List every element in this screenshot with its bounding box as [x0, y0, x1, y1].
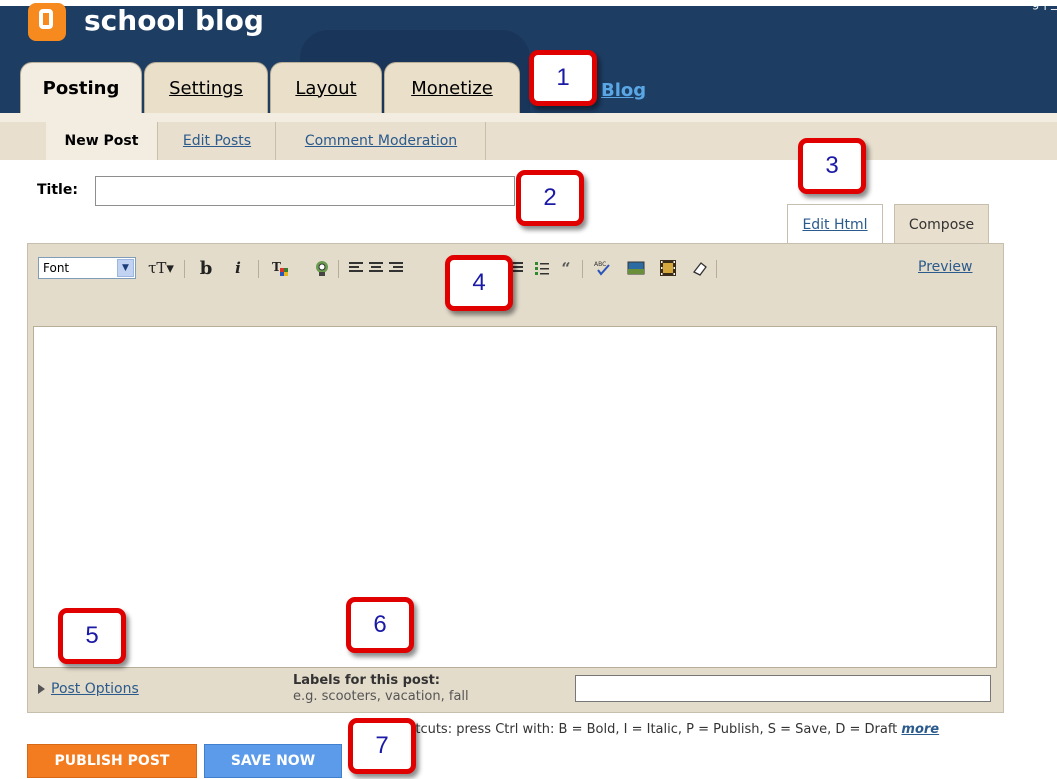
text-color-icon[interactable]: T	[270, 258, 290, 278]
expand-triangle-icon	[38, 684, 45, 694]
chevron-down-icon: ▼	[117, 259, 134, 277]
toolbar-separator	[184, 260, 185, 278]
callout-5: 5	[58, 608, 126, 664]
align-right-icon[interactable]	[386, 258, 406, 278]
formatting-toolbar: Font ▼ τT▾ b i T “ ABC	[36, 256, 996, 282]
subtab-edit-posts-label: Edit Posts	[182, 133, 252, 149]
tab-settings[interactable]: Settings	[144, 62, 268, 113]
italic-icon[interactable]: i	[228, 258, 248, 278]
labels-title: Labels for this post:	[293, 673, 440, 688]
toolbar-separator	[582, 260, 583, 278]
subtab-comment-moderation[interactable]: Comment Moderation	[277, 122, 486, 160]
tab-layout[interactable]: Layout	[270, 62, 382, 113]
callout-1: 1	[529, 50, 597, 106]
bold-icon[interactable]: b	[196, 258, 216, 279]
bullet-list-icon[interactable]	[532, 258, 552, 278]
shortcuts-more-link[interactable]: more	[901, 722, 939, 737]
compose-label: Compose	[908, 216, 975, 233]
tab-posting-label: Posting	[42, 77, 120, 99]
link-icon[interactable]	[312, 258, 332, 278]
blockquote-icon[interactable]: “	[556, 258, 576, 278]
header-bottom-strip	[0, 113, 1057, 122]
subtab-new-post[interactable]: New Post	[46, 122, 158, 160]
align-left-icon[interactable]	[346, 258, 366, 278]
shortcuts-text: rtcuts: press Ctrl with: B = Bold, I = I…	[410, 722, 898, 737]
labels-input[interactable]	[575, 675, 991, 702]
post-title-input[interactable]	[95, 176, 515, 206]
tab-posting[interactable]: Posting	[20, 62, 142, 113]
tab-settings-label: Settings	[169, 77, 243, 99]
labels-hint: e.g. scooters, vacation, fall	[293, 689, 469, 704]
spellcheck-icon[interactable]: ABC	[592, 258, 612, 278]
callout-7: 7	[348, 718, 416, 774]
post-options-label: Post Options	[51, 681, 139, 697]
compose-tab[interactable]: Compose	[894, 204, 989, 244]
preview-link[interactable]: Preview	[918, 259, 973, 275]
tab-layout-label: Layout	[295, 77, 357, 99]
title-label: Title:	[37, 182, 78, 198]
edit-html-label: Edit Html	[802, 216, 868, 233]
callout-6: 6	[346, 597, 414, 653]
posting-subnav: New Post Edit Posts Comment Moderation	[0, 122, 1057, 160]
view-blog-link[interactable]: Blog	[601, 80, 646, 101]
svg-text:ABC: ABC	[594, 261, 606, 268]
callout-2: 2	[516, 170, 584, 226]
eraser-icon[interactable]	[690, 258, 710, 278]
save-now-button[interactable]: SAVE NOW	[204, 744, 342, 778]
blogger-logo-icon[interactable]	[28, 3, 66, 41]
subtab-new-post-label: New Post	[64, 133, 139, 149]
tab-monetize[interactable]: Monetize	[384, 62, 520, 113]
image-icon[interactable]	[626, 258, 646, 278]
publish-post-button[interactable]: PUBLISH POST	[27, 744, 197, 778]
font-select-value: Font	[43, 261, 70, 275]
video-icon[interactable]	[658, 258, 678, 278]
align-center-icon[interactable]	[366, 258, 386, 278]
toolbar-separator	[258, 260, 259, 278]
subtab-edit-posts[interactable]: Edit Posts	[159, 122, 276, 160]
tab-monetize-label: Monetize	[411, 77, 493, 99]
font-size-icon[interactable]: τT▾	[144, 258, 178, 278]
post-options-toggle[interactable]: Post Options	[38, 681, 139, 697]
font-select[interactable]: Font ▼	[38, 257, 136, 279]
post-body-textarea[interactable]	[33, 326, 997, 668]
toolbar-separator	[338, 260, 339, 278]
blog-title[interactable]: school blog	[84, 4, 264, 37]
callout-3: 3	[798, 138, 866, 194]
edit-html-tab[interactable]: Edit Html	[787, 204, 883, 244]
keyboard-shortcuts-hint: rtcuts: press Ctrl with: B = Bold, I = I…	[410, 722, 939, 737]
svg-text:T: T	[272, 260, 281, 274]
toolbar-separator	[716, 260, 717, 278]
account-links[interactable]: g | _	[1032, 0, 1057, 10]
subtab-comment-moderation-label: Comment Moderation	[304, 133, 458, 149]
callout-4: 4	[445, 255, 513, 311]
